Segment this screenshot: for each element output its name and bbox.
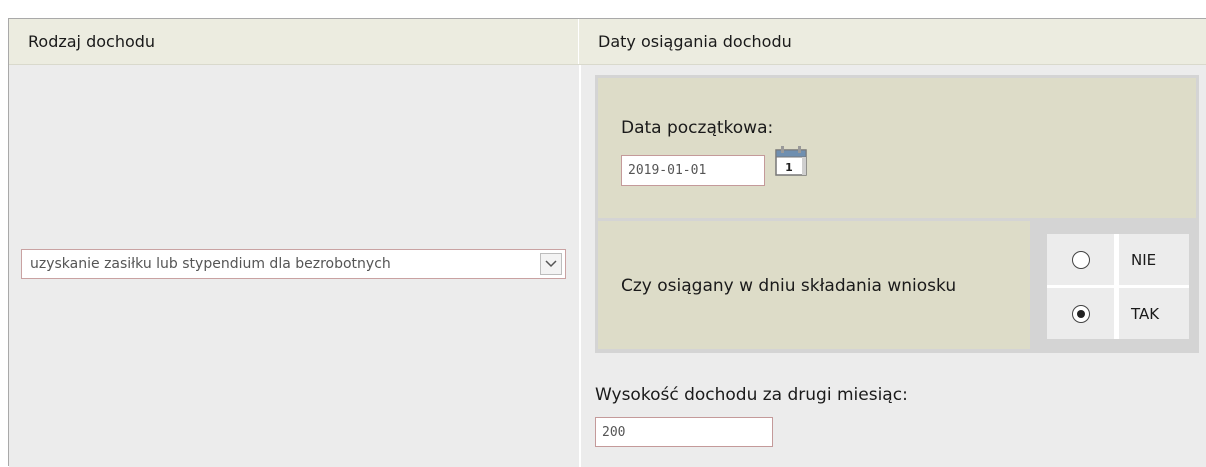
income-type-select[interactable]: uzyskanie zasiłku lub stypendium dla bez… xyxy=(21,249,566,279)
radio-selected-dot xyxy=(1076,309,1085,318)
second-month-income-input[interactable]: 200 xyxy=(595,417,773,447)
income-type-selected-value: uzyskanie zasiłku lub stypendium dla bez… xyxy=(30,256,391,272)
chevron-down-icon xyxy=(545,260,557,268)
received-options: NIE TAK xyxy=(1033,221,1196,349)
start-date-label: Data początkowa: xyxy=(621,118,774,138)
calendar-day: 1 xyxy=(785,161,793,174)
income-dates-cell: Data początkowa: 2019-01-01 1 Czy osiąga… xyxy=(581,65,1206,467)
radio-nie-cell[interactable] xyxy=(1047,234,1114,285)
calendar-icon[interactable]: 1 xyxy=(773,143,809,177)
column-header-income-dates: Daty osiągania dochodu xyxy=(598,32,792,51)
radio-group: NIE TAK xyxy=(1047,234,1189,339)
dropdown-button[interactable] xyxy=(540,253,562,275)
dates-panel: Data początkowa: 2019-01-01 1 Czy osiąga… xyxy=(595,75,1199,353)
radio-tak[interactable] xyxy=(1071,304,1090,323)
radio-nie-label: NIE xyxy=(1119,234,1189,285)
radio-tak-cell[interactable] xyxy=(1047,288,1114,339)
table-header: Rodzaj dochodu Daty osiągania dochodu xyxy=(9,19,1206,65)
start-date-input[interactable]: 2019-01-01 xyxy=(621,155,765,186)
column-header-income-type: Rodzaj dochodu xyxy=(9,19,579,64)
income-form: Rodzaj dochodu Daty osiągania dochodu uz… xyxy=(8,18,1206,467)
received-question-section: Czy osiągany w dniu składania wniosku xyxy=(598,221,1030,349)
income-type-cell: uzyskanie zasiłku lub stypendium dla bez… xyxy=(9,65,579,467)
second-month-income-label: Wysokość dochodu za drugi miesiąc: xyxy=(595,385,908,405)
radio-tak-label: TAK xyxy=(1119,288,1189,339)
start-date-section: Data początkowa: 2019-01-01 1 xyxy=(598,78,1196,218)
received-question-label: Czy osiągany w dniu składania wniosku xyxy=(621,276,957,296)
radio-nie[interactable] xyxy=(1071,250,1090,269)
